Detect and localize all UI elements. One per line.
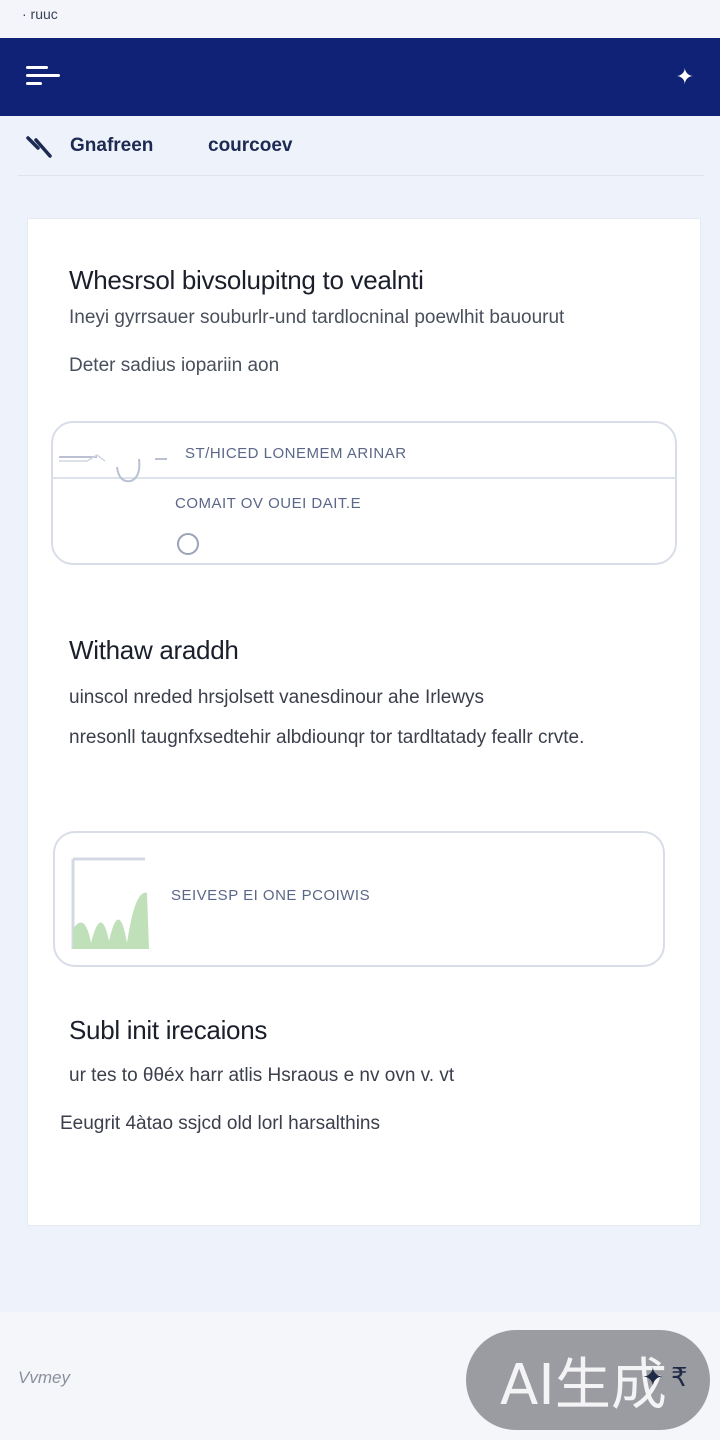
menu-icon[interactable] xyxy=(26,66,62,88)
footer-logo: Vvmey xyxy=(18,1368,70,1387)
info-box-1[interactable]: ST/HICED LONEMEM ARINAR COMAIT OV OUEI D… xyxy=(51,421,677,565)
back-arrow-icon[interactable] xyxy=(24,130,56,162)
section1-title: Whesrsol bivsolupitng to vealnti xyxy=(69,265,424,295)
section3-line2: Eeugrit 4àtao ssjcd old lorl harsalthins xyxy=(60,1113,381,1134)
section3-line1: ur tes to θθéx harr atlis Hsraous e nv o… xyxy=(69,1065,455,1086)
status-text: · ruuc xyxy=(22,6,58,22)
status-circle-icon xyxy=(177,533,199,555)
info-box-2-label: SEIVESP EI ONE PCOIWIS xyxy=(171,887,371,904)
scribble-icon xyxy=(59,454,167,483)
info-box-1-subtext: COMAIT OV OUEI DAIT.E xyxy=(175,495,362,512)
section1-line1: Ineyi gyrrsauer souburlr-und tardlocnina… xyxy=(69,307,565,328)
breadcrumb: Gnafreen courcoev xyxy=(18,116,704,176)
mini-chart-icon xyxy=(71,857,149,949)
section3-title: Subl init irecaions xyxy=(69,1015,268,1045)
section2-line1: uinscol nreded hrsjolsett vanesdinour ah… xyxy=(69,687,485,708)
breadcrumb-item-second[interactable]: courcoev xyxy=(208,135,292,157)
info-box-1-heading: ST/HICED LONEMEM ARINAR xyxy=(185,445,407,462)
section2-line2: nresonll taugnfxsedtehir albdiounqr tor … xyxy=(69,727,585,748)
breadcrumb-item-first[interactable]: Gnafreen xyxy=(70,135,208,157)
sparkle-icon[interactable]: ✦ xyxy=(676,64,694,90)
content-card: Whesrsol bivsolupitng to vealnti Ineyi g… xyxy=(27,218,701,1226)
status-bar: · ruuc xyxy=(0,0,720,38)
section2-title: Withaw araddh xyxy=(69,635,239,665)
footer-action-icons[interactable]: ✦ ₹ xyxy=(642,1362,688,1393)
info-box-2[interactable]: SEIVESP EI ONE PCOIWIS xyxy=(53,831,665,967)
app-bar: ✦ xyxy=(0,38,720,116)
section1-line2: Deter sadius iopariin aon xyxy=(69,355,280,376)
